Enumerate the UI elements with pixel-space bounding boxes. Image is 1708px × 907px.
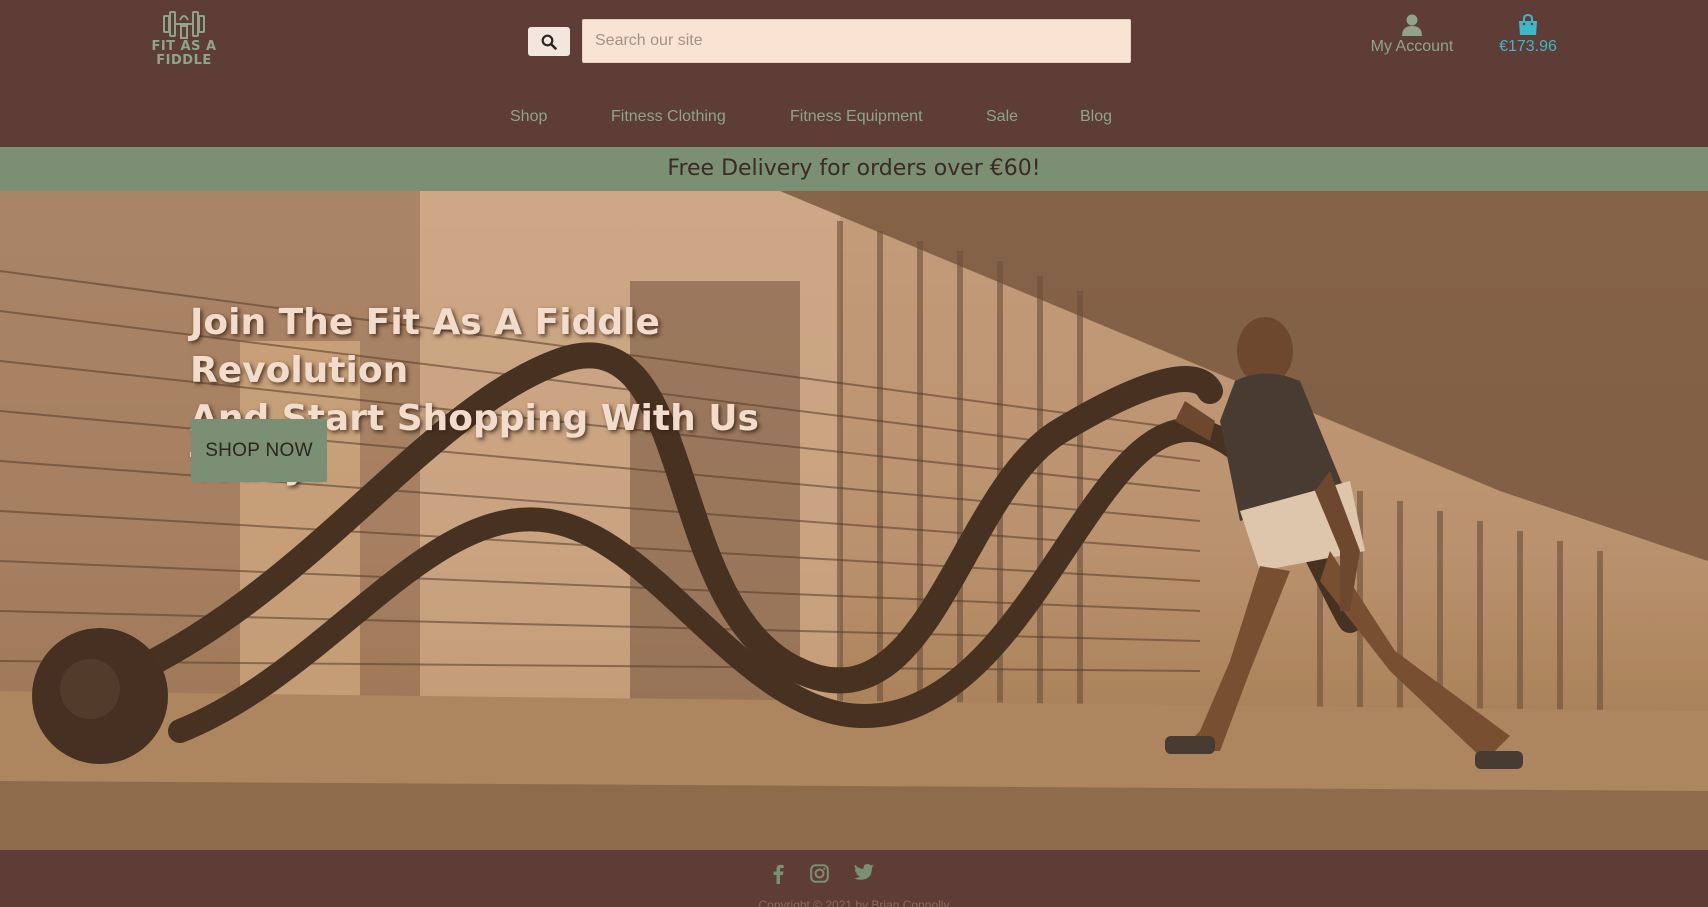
nav-item-fitness-clothing[interactable]: Fitness Clothing bbox=[611, 108, 726, 126]
cart-total: €173.96 bbox=[1499, 38, 1557, 55]
hero-image bbox=[0, 191, 1708, 850]
site-logo[interactable]: FIT AS A FIDDLE bbox=[148, 8, 220, 72]
search-icon bbox=[541, 34, 557, 50]
nav-item-shop[interactable]: Shop bbox=[510, 108, 547, 126]
hero-title-line1: Join The Fit As A Fiddle Revolution bbox=[190, 302, 660, 391]
hero-section: Join The Fit As A Fiddle Revolution And … bbox=[0, 191, 1708, 850]
search-input[interactable] bbox=[582, 19, 1131, 63]
search-button[interactable] bbox=[528, 27, 570, 56]
logo-text-line1: FIT AS A bbox=[151, 39, 217, 54]
dumbbell-icon bbox=[163, 11, 205, 39]
delivery-banner: Free Delivery for orders over €60! bbox=[0, 147, 1708, 191]
logo-text-line2: FIDDLE bbox=[156, 53, 212, 68]
my-account-label: My Account bbox=[1370, 38, 1454, 55]
my-account-link[interactable]: My Account bbox=[1360, 14, 1464, 64]
site-header: FIT AS A FIDDLE My Account €173.96 Shop … bbox=[0, 0, 1708, 147]
cart-link[interactable]: €173.96 bbox=[1490, 14, 1566, 64]
main-nav: Shop Fitness Clothing Fitness Equipment … bbox=[0, 108, 1708, 130]
nav-item-fitness-equipment[interactable]: Fitness Equipment bbox=[790, 108, 923, 126]
twitter-icon[interactable] bbox=[854, 864, 874, 886]
nav-item-sale[interactable]: Sale bbox=[986, 108, 1018, 126]
delivery-banner-text: Free Delivery for orders over €60! bbox=[667, 156, 1041, 181]
copyright-text: Copyright © 2021 by Brian Connolly bbox=[758, 898, 950, 907]
site-footer: Copyright © 2021 by Brian Connolly bbox=[0, 850, 1708, 907]
user-icon bbox=[1402, 14, 1422, 36]
shopping-bag-icon bbox=[1519, 14, 1537, 35]
shop-now-button[interactable]: SHOP NOW bbox=[191, 419, 327, 482]
instagram-icon[interactable] bbox=[810, 864, 829, 888]
social-links bbox=[0, 864, 1708, 886]
nav-item-blog[interactable]: Blog bbox=[1080, 108, 1112, 126]
facebook-icon[interactable] bbox=[772, 864, 784, 889]
